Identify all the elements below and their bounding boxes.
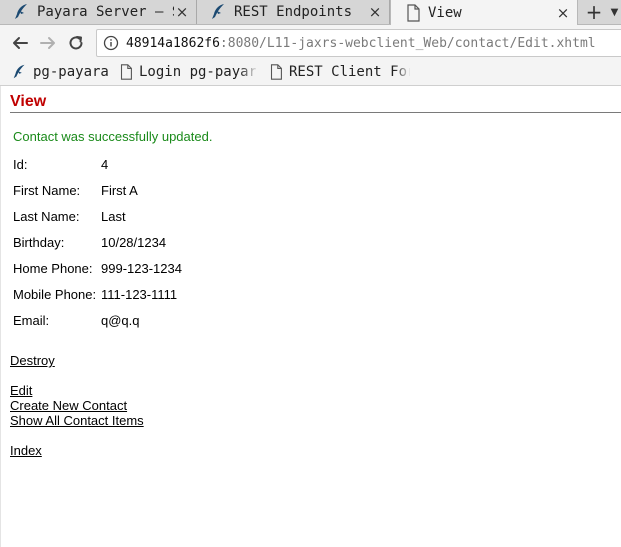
page-icon [407,3,420,22]
bookmark-label: REST Client For [289,64,410,80]
tab-label: REST Endpoints [234,4,353,20]
bookmark-fade [240,61,258,83]
field-value: 999-123-1234 [101,261,182,276]
page-icon [270,64,282,80]
success-message: Contact was successfully updated. [13,129,213,144]
tab-strip: Payara Server – ⁠S × REST Endpoints × Vi… [0,0,621,25]
bookmark-rest-client[interactable]: REST Client For [267,61,410,83]
title-divider [10,112,621,113]
bookmark-label: Login pg-payara [139,64,256,80]
close-icon[interactable]: × [174,3,190,21]
field-label: Home Phone: [13,261,93,276]
show-all-contacts-link[interactable]: Show All Contact Items [10,413,144,428]
tab-label: Payara Server – ⁠S [37,4,174,20]
field-value: First A [101,183,138,198]
payara-fish-icon [15,4,27,19]
tab-view[interactable]: View × [390,0,578,25]
field-value: Last [101,209,126,224]
address-bar[interactable]: 48914a1862f6:8080/L11-jaxrs-webclient_We… [96,29,621,57]
url-text: 48914a1862f6:8080/L11-jaxrs-webclient_We… [126,36,596,51]
tab-list-menu-icon[interactable]: ▼ [608,0,621,24]
field-label: Email: [13,313,50,328]
close-icon[interactable]: × [555,4,571,22]
url-path: :8080/L11-jaxrs-webclient_Web/contact/Ed… [219,35,596,51]
forward-button[interactable] [36,31,60,55]
forward-arrow-icon [40,37,55,49]
bookmark-pg-payara[interactable]: pg-payara [11,61,111,83]
edit-link[interactable]: Edit [10,383,32,398]
field-value: q@q.q [101,313,140,328]
field-label: Mobile Phone: [13,287,97,302]
reload-button[interactable] [64,31,88,55]
reload-icon [69,36,83,50]
url-host: 48914a1862f6 [126,35,220,51]
new-tab-button[interactable]: + [578,0,610,24]
site-info-icon[interactable] [103,35,119,51]
index-link[interactable]: Index [10,443,42,458]
close-icon[interactable]: × [367,3,383,21]
field-label: Birthday: [13,235,65,250]
page-title: View [10,93,47,110]
tab-label: View [428,4,462,21]
back-button[interactable] [8,31,32,55]
bookmark-label: pg-payara [33,64,109,80]
field-value: 10/28/1234 [101,235,167,250]
destroy-link[interactable]: Destroy [10,353,55,368]
navigation-toolbar: 48914a1862f6:8080/L11-jaxrs-webclient_We… [0,25,621,61]
back-arrow-icon [13,37,28,49]
field-label: First Name: [13,183,81,198]
tab-payara-server[interactable]: Payara Server – ⁠S × [0,0,197,24]
bookmark-fade [394,61,412,83]
tab-rest-endpoints[interactable]: REST Endpoints × [197,0,390,24]
create-new-contact-link[interactable]: Create New Contact [10,398,127,413]
field-label: Last Name: [13,209,80,224]
bookmarks-toolbar: pg-payara Login pg-payara REST Client Fo… [0,61,621,86]
payara-fish-icon [13,64,25,79]
bookmark-login-pg-payara[interactable]: Login pg-payara [117,61,256,83]
page-content: View Contact was successfully updated. I… [0,86,621,547]
page-icon [120,64,132,80]
payara-fish-icon [212,4,224,19]
field-value: 4 [101,157,109,172]
field-label: Id: [13,157,28,172]
field-value: 111-123-1111 [101,287,178,302]
